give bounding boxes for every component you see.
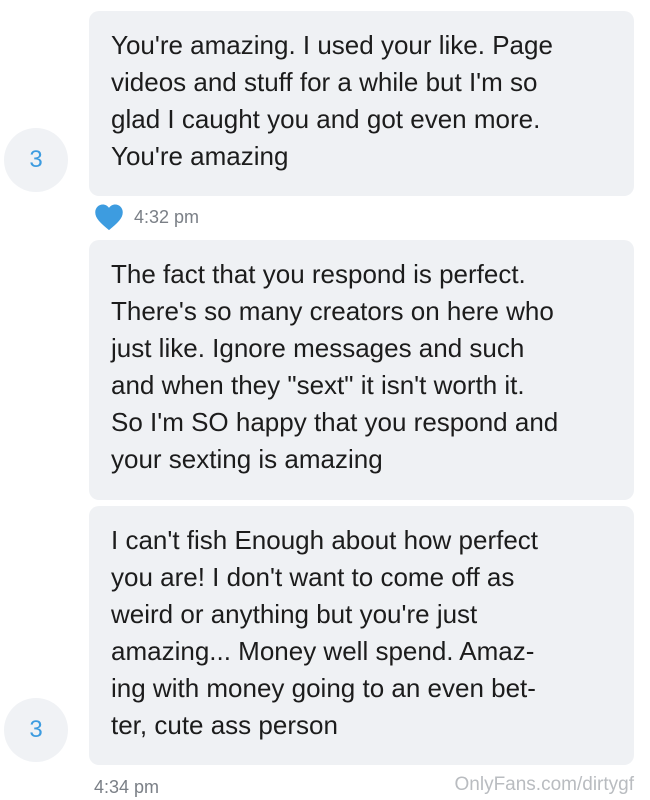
message-line: weird or anything but you're just bbox=[111, 599, 478, 629]
message-timestamp: 4:32 pm bbox=[134, 206, 200, 227]
message-line: amazing... Money well spend. Amaz- bbox=[111, 636, 535, 666]
message-line: your sexting is amazing bbox=[111, 444, 383, 474]
message-line: videos and stuff for a while but I'm so bbox=[111, 67, 538, 97]
message-line: just like. Ignore messages and such bbox=[111, 333, 525, 363]
heart-icon[interactable] bbox=[94, 203, 124, 231]
message-line: ing with money going to an even bet- bbox=[111, 673, 536, 703]
message-bubble[interactable]: I can't fish Enough about how perfect yo… bbox=[89, 506, 634, 765]
message-bubble[interactable]: You're amazing. I used your like. Page v… bbox=[89, 11, 634, 196]
message-line: you are! I don't want to come off as bbox=[111, 562, 515, 592]
watermark: OnlyFans.com/dirtygf bbox=[454, 774, 635, 795]
message-bubble[interactable]: The fact that you respond is perfect. Th… bbox=[89, 240, 634, 500]
message-line: There's so many creators on here who bbox=[111, 296, 554, 326]
sender-avatar[interactable]: 3 bbox=[4, 698, 68, 762]
message-meta: 4:32 pm bbox=[94, 203, 199, 231]
message-line: The fact that you respond is perfect. bbox=[111, 259, 526, 289]
message-line: glad I caught you and got even more. bbox=[111, 104, 541, 134]
avatar-label: 3 bbox=[29, 716, 43, 743]
message-line: So I'm SO happy that you respond and bbox=[111, 407, 559, 437]
message-line: I can't fish Enough about how perfect bbox=[111, 525, 539, 555]
message-meta: 4:34 pm bbox=[94, 777, 159, 798]
message-line: and when they "sext" it isn't worth it. bbox=[111, 370, 525, 400]
message-timestamp: 4:34 pm bbox=[94, 777, 160, 797]
message-line: ter, cute ass person bbox=[111, 710, 338, 740]
sender-avatar[interactable]: 3 bbox=[4, 128, 68, 192]
message-line: You're amazing. I used your like. Page bbox=[111, 30, 553, 60]
message-line: You're amazing bbox=[111, 141, 289, 171]
avatar-label: 3 bbox=[29, 146, 43, 173]
